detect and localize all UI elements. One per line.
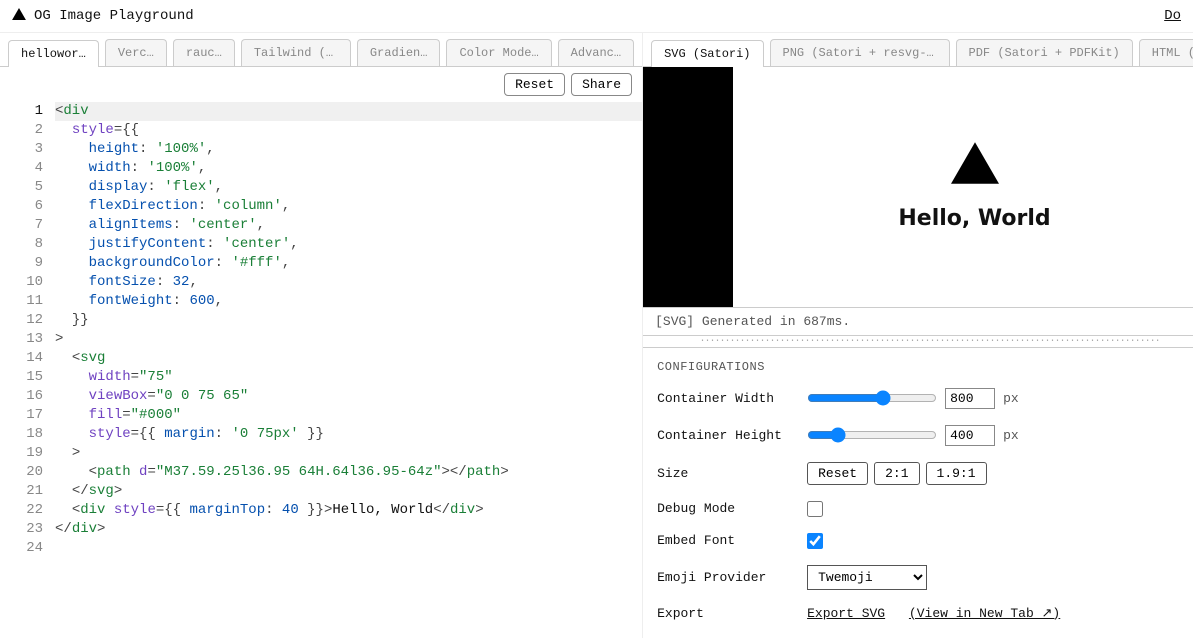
- debug-label: Debug Mode: [657, 501, 797, 516]
- right-tab-2[interactable]: PDF (Satori + PDFKit): [956, 39, 1133, 66]
- right-tab-3[interactable]: HTML (: [1139, 39, 1193, 66]
- width-slider[interactable]: [807, 390, 937, 406]
- size-preset-2-1-button[interactable]: 2:1: [874, 462, 919, 485]
- config-row-size: Size Reset 2:1 1.9:1: [657, 462, 1193, 485]
- left-tab-2[interactable]: rauc…: [173, 39, 235, 66]
- height-unit: px: [1003, 428, 1019, 443]
- left-tab-1[interactable]: Verc…: [105, 39, 167, 66]
- view-new-tab-link[interactable]: (View in New Tab ↗): [909, 606, 1060, 621]
- logo-icon: [12, 8, 26, 24]
- size-reset-button[interactable]: Reset: [807, 462, 868, 485]
- embed-font-checkbox[interactable]: [807, 533, 823, 549]
- left-tabs: hellowor…Verc…rauc…Tailwind (experiment……: [0, 33, 642, 67]
- preview-text: Hello, World: [898, 206, 1050, 231]
- height-label: Container Height: [657, 428, 797, 443]
- header-right: Do: [1164, 8, 1181, 24]
- emoji-label: Emoji Provider: [657, 570, 797, 585]
- header: OG Image Playground Do: [0, 0, 1193, 33]
- size-preset-19-1-button[interactable]: 1.9:1: [926, 462, 987, 485]
- preview-area: Hello, World: [643, 67, 1193, 308]
- code-editor[interactable]: 123456789101112131415161718192021222324 …: [0, 102, 642, 638]
- left-tab-0[interactable]: hellowor…: [8, 40, 99, 67]
- emoji-select[interactable]: Twemoji: [807, 565, 927, 590]
- drag-dots-icon: ········································…: [699, 336, 1159, 347]
- config-row-embed-font: Embed Font: [657, 533, 1193, 549]
- config-row-export: Export Export SVG (View in New Tab ↗): [657, 606, 1193, 621]
- header-docs-link[interactable]: Do: [1164, 8, 1181, 24]
- config-row-debug: Debug Mode: [657, 501, 1193, 517]
- config-heading: CONFIGURATIONS: [657, 360, 1193, 374]
- config-panel: CONFIGURATIONS Container Width px Contai…: [643, 348, 1193, 638]
- resize-handle[interactable]: ········································…: [643, 336, 1193, 348]
- width-input[interactable]: [945, 388, 995, 409]
- height-slider[interactable]: [807, 427, 937, 443]
- height-input[interactable]: [945, 425, 995, 446]
- right-tabs: SVG (Satori) PNG (Satori + resvg-js)PDF (…: [643, 33, 1193, 67]
- export-svg-link[interactable]: Export SVG: [807, 606, 885, 621]
- config-row-emoji: Emoji Provider Twemoji: [657, 565, 1193, 590]
- config-row-width: Container Width px: [657, 388, 1193, 409]
- app-title: OG Image Playground: [34, 8, 194, 24]
- preview-canvas: Hello, World: [733, 67, 1193, 307]
- right-tab-0[interactable]: SVG (Satori): [651, 40, 763, 67]
- triangle-icon: [951, 142, 999, 188]
- left-panel: hellowor…Verc…rauc…Tailwind (experiment……: [0, 33, 643, 638]
- right-tab-1[interactable]: PNG (Satori + resvg-js): [770, 39, 950, 66]
- config-row-height: Container Height px: [657, 425, 1193, 446]
- export-label: Export: [657, 606, 797, 621]
- code-content[interactable]: <div style={{ height: '100%', width: '10…: [55, 102, 642, 638]
- width-label: Container Width: [657, 391, 797, 406]
- reset-button[interactable]: Reset: [504, 73, 565, 96]
- preview-black-strip: [643, 67, 733, 307]
- editor-toolbar: Reset Share: [0, 67, 642, 102]
- left-tab-3[interactable]: Tailwind (experiment…: [241, 39, 351, 66]
- width-unit: px: [1003, 391, 1019, 406]
- left-tab-5[interactable]: Color Mode…: [446, 39, 551, 66]
- right-panel: SVG (Satori) PNG (Satori + resvg-js)PDF (…: [643, 33, 1193, 638]
- debug-checkbox[interactable]: [807, 501, 823, 517]
- size-label: Size: [657, 466, 797, 481]
- left-tab-6[interactable]: Advanc…: [558, 39, 634, 66]
- status-text: [SVG] Generated in 687ms.: [643, 308, 1193, 336]
- line-gutter: 123456789101112131415161718192021222324: [0, 102, 55, 638]
- left-tab-4[interactable]: Gradien…: [357, 39, 441, 66]
- header-left: OG Image Playground: [12, 8, 194, 24]
- embed-font-label: Embed Font: [657, 533, 797, 548]
- share-button[interactable]: Share: [571, 73, 632, 96]
